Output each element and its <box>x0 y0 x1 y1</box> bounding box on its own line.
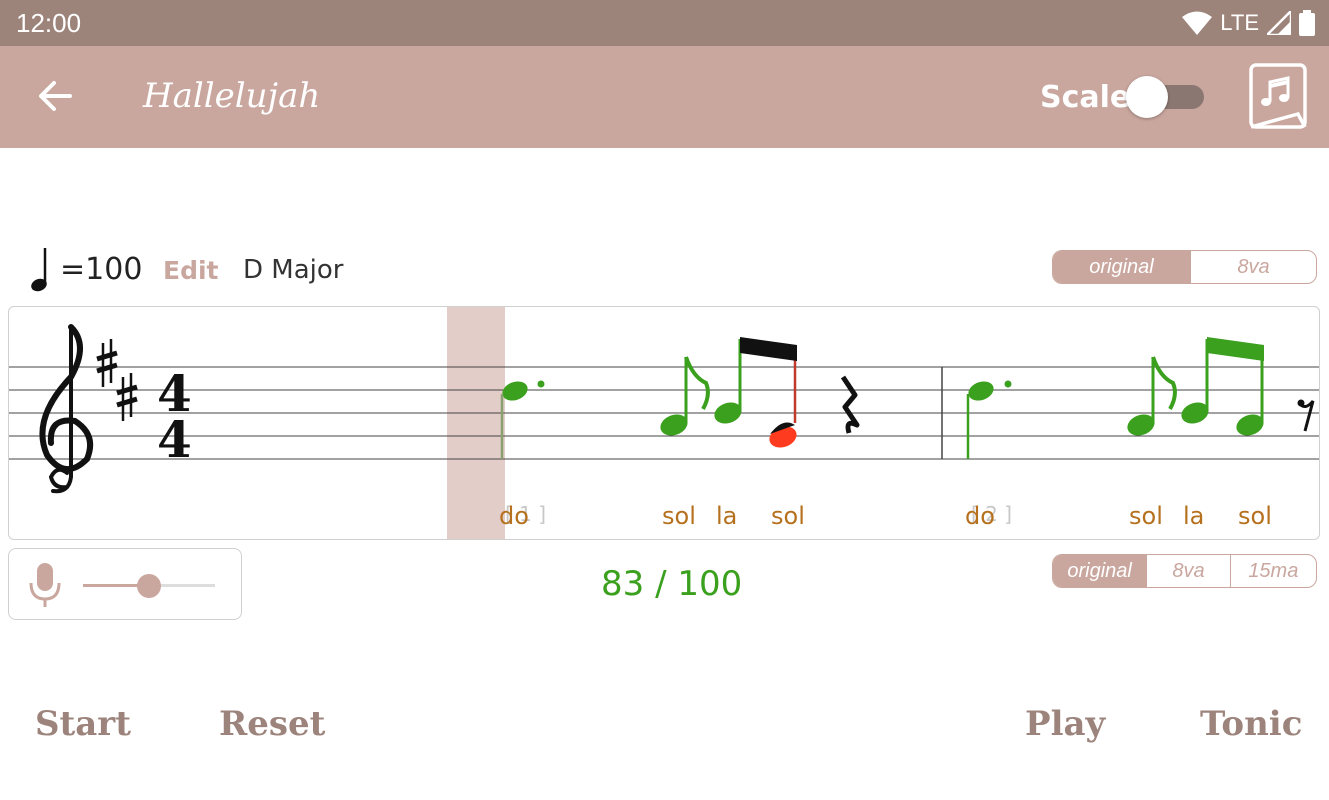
note-beamed-eighth <box>1236 347 1264 436</box>
microphone-icon <box>29 563 61 607</box>
mic-control <box>8 548 242 620</box>
back-button[interactable] <box>30 74 78 118</box>
note-eighth <box>660 356 710 436</box>
sharp-icon <box>116 373 138 421</box>
tempo-indicator: =100 <box>28 244 142 294</box>
playhead-highlight <box>447 307 505 539</box>
sharp-icon <box>96 339 118 387</box>
staff-lines <box>9 366 1319 460</box>
solfege-label: sol <box>1129 502 1163 530</box>
octave-top-8va[interactable]: 8va <box>1189 251 1316 283</box>
octave-top-original[interactable]: original <box>1053 251 1190 283</box>
start-button[interactable]: Start <box>35 704 131 744</box>
note-beamed-eighth <box>1181 339 1209 424</box>
signal-icon <box>1267 11 1291 35</box>
tempo-bpm: 100 <box>85 251 143 287</box>
battery-icon <box>1299 10 1315 36</box>
octave-selector-bottom: original 8va 15ma <box>1052 554 1317 588</box>
wifi-icon <box>1182 11 1213 35</box>
sheet-music-icon <box>1249 63 1307 129</box>
solfege-label: sol <box>1238 502 1272 530</box>
octave-bottom-8va[interactable]: 8va <box>1146 555 1229 587</box>
microphone-button[interactable] <box>27 561 63 609</box>
edit-tempo-button[interactable]: Edit <box>163 256 219 285</box>
status-icons: LTE <box>1182 8 1315 38</box>
toggle-knob <box>1126 76 1168 118</box>
page-title: Hallelujah <box>143 76 321 116</box>
note-eighth <box>1127 356 1177 436</box>
beam <box>740 337 797 361</box>
treble-clef-icon <box>39 324 93 494</box>
octave-bottom-original[interactable]: original <box>1053 555 1147 587</box>
quarter-note-icon <box>31 248 47 292</box>
note-beamed-eighth-wrong <box>769 347 797 448</box>
score-display: 83 / 100 <box>601 564 743 604</box>
scale-label: Scale <box>1040 80 1131 115</box>
network-label: LTE <box>1220 10 1259 35</box>
app-bar: Hallelujah Scale <box>0 46 1329 148</box>
solfege-label: la <box>716 502 738 530</box>
solfege-label: do <box>499 502 529 530</box>
octave-selector-top: original 8va <box>1052 250 1317 284</box>
solfege-label: la <box>1183 502 1205 530</box>
sheet-music-button[interactable] <box>1248 62 1308 132</box>
status-time: 12:00 <box>16 8 82 38</box>
note-beamed-eighth <box>714 339 742 424</box>
quarter-rest-icon <box>840 375 860 434</box>
arrow-left-icon <box>39 81 72 111</box>
mic-sensitivity-slider[interactable] <box>83 571 223 601</box>
beam <box>1207 337 1264 361</box>
time-signature-bottom: 4 <box>157 410 192 469</box>
key-signature-label: D Major <box>243 255 344 285</box>
solfege-label: do <box>965 502 995 530</box>
reset-button[interactable]: Reset <box>219 704 325 744</box>
tonic-button[interactable]: Tonic <box>1200 704 1302 744</box>
play-button[interactable]: Play <box>1025 704 1105 744</box>
status-bar: 12:00 LTE <box>0 0 1329 46</box>
scale-toggle[interactable] <box>1126 76 1206 118</box>
octave-bottom-15ma[interactable]: 15ma <box>1229 555 1316 587</box>
solfege-label: sol <box>662 502 696 530</box>
tempo-equals: = <box>60 251 86 287</box>
solfege-label: sol <box>771 502 805 530</box>
slider-thumb[interactable] <box>137 574 161 598</box>
